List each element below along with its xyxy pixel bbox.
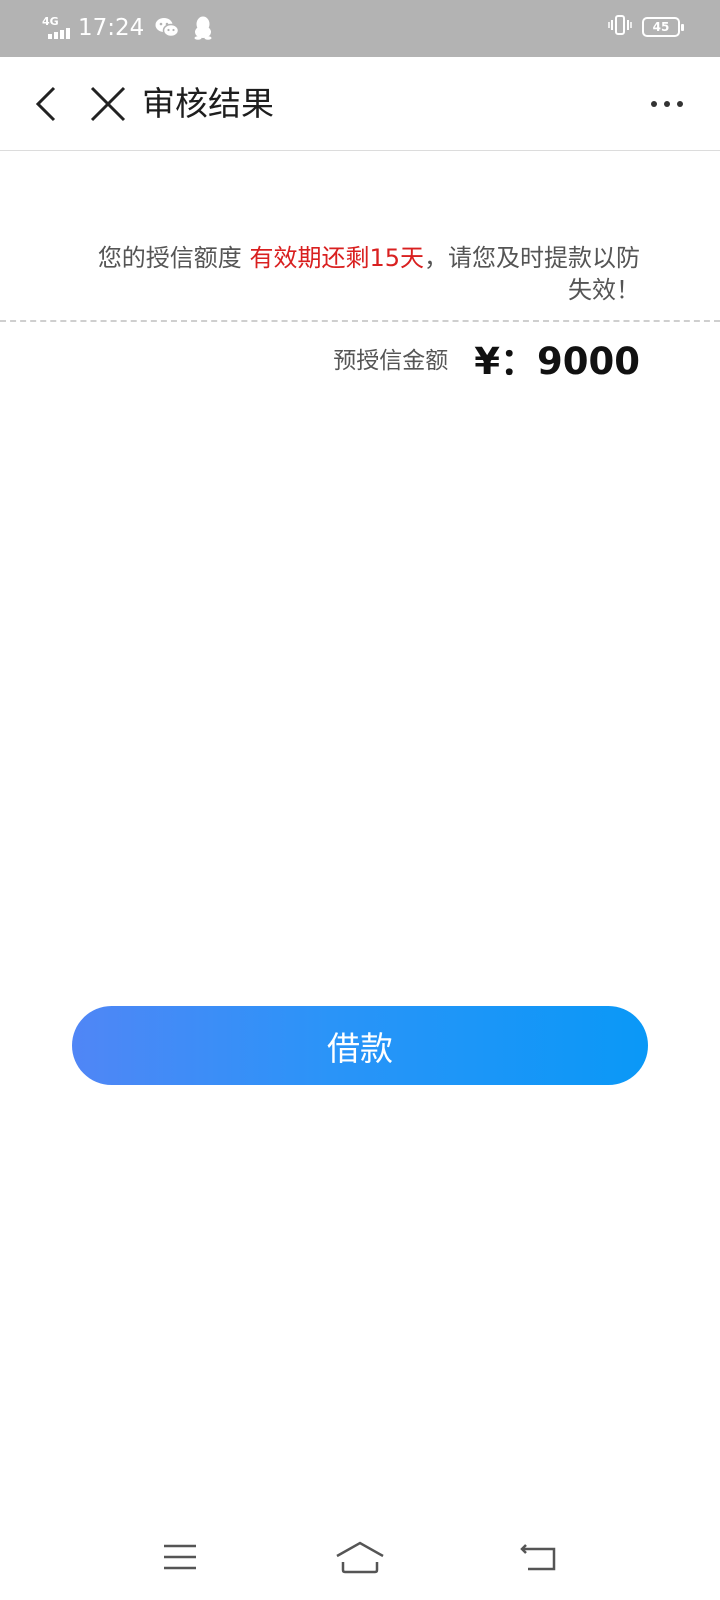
status-bar-left: 4G 17:24 xyxy=(40,12,216,44)
battery-icon: 45 xyxy=(642,17,684,37)
more-icon[interactable] xyxy=(642,79,692,129)
borrow-button[interactable]: 借款 xyxy=(72,1006,648,1085)
menu-icon[interactable] xyxy=(150,1532,210,1582)
wechat-icon xyxy=(154,15,180,41)
qq-icon xyxy=(190,15,216,41)
system-nav-bar xyxy=(0,1520,720,1600)
page-title: 审核结果 xyxy=(142,84,274,123)
notice-prefix: 您的授信额度 xyxy=(97,244,242,272)
credit-amount-row: 预授信金额 ¥：9000 xyxy=(333,332,640,384)
network-type: 4G xyxy=(42,15,59,28)
notice-highlight: 有效期还剩15天 xyxy=(249,244,424,272)
status-bar: 4G 17:24 45 xyxy=(0,0,720,57)
back-arrow-icon[interactable] xyxy=(26,79,66,129)
credit-amount-value: ¥：9000 xyxy=(474,340,640,383)
signal-icon: 4G xyxy=(40,13,74,43)
status-time: 17:24 xyxy=(78,15,145,41)
dashed-divider xyxy=(0,320,720,322)
nav-bar: 审核结果 xyxy=(0,57,720,151)
battery-level: 45 xyxy=(652,20,670,34)
status-bar-right: 45 xyxy=(608,15,684,39)
vibrate-icon xyxy=(608,15,632,39)
home-icon[interactable] xyxy=(330,1532,390,1582)
close-icon[interactable] xyxy=(86,79,130,129)
back-icon[interactable] xyxy=(510,1532,570,1582)
credit-amount-label: 预授信金额 xyxy=(333,348,449,374)
notice-suffix: ，请您及时提款以防失效！ xyxy=(424,244,640,304)
credit-validity-notice: 您的授信额度 有效期还剩15天，请您及时提款以防失效！ xyxy=(80,242,640,306)
